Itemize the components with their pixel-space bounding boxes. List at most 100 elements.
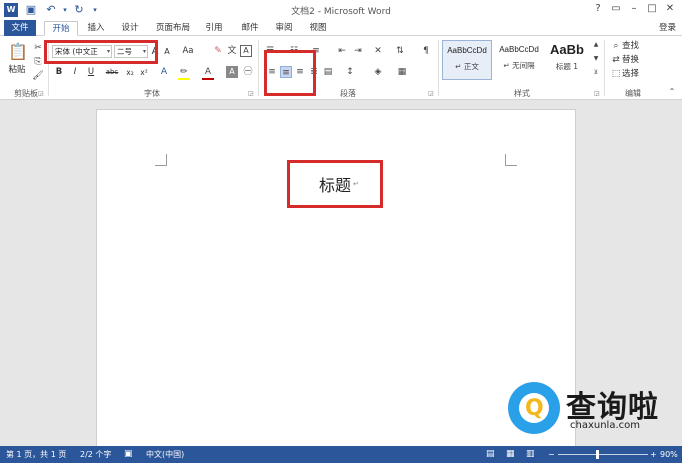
style-name: ↵ 正文 <box>455 62 479 71</box>
copy-icon[interactable]: ⎘ <box>32 56 44 68</box>
distributed-icon[interactable]: ▤ <box>322 66 334 78</box>
margin-corner-mark <box>155 154 167 166</box>
highlight-color-icon[interactable]: ✏ <box>178 66 190 78</box>
read-mode-icon[interactable]: ▤ <box>486 446 495 463</box>
document-page[interactable]: 标题 ↵ <box>96 109 576 454</box>
status-bar: 第 1 页，共 1 页 2/2 个字 ▣ 中文(中国) ▤ ▦ ▥ − + 90… <box>0 446 682 463</box>
character-shading-icon[interactable]: A <box>226 66 238 78</box>
tab-view[interactable]: 视图 <box>304 21 332 36</box>
zoom-out-button[interactable]: − <box>548 446 555 463</box>
clipboard-launcher-icon[interactable]: ◲ <box>38 90 46 98</box>
shrink-font-button[interactable]: A <box>162 45 172 58</box>
styles-group-label: 样式 <box>514 89 530 98</box>
minimize-button[interactable]: – <box>626 2 642 16</box>
ribbon: 📋 粘贴 ✂ ⎘ 🖌 剪贴板 ◲ 宋体 (中文正 ▾ 二号 ▾ A A Aa ✎… <box>0 36 682 100</box>
style-name: 标题 1 <box>555 62 579 71</box>
chinese-layout-icon[interactable]: ✕ <box>372 45 384 57</box>
style-sample: AaBbCcDd <box>499 45 539 54</box>
zoom-in-button[interactable]: + <box>650 446 657 463</box>
editing-group-label: 编辑 <box>625 89 641 98</box>
help-icon[interactable]: ? <box>590 2 606 16</box>
tab-insert[interactable]: 插入 <box>82 21 110 36</box>
proofing-icon[interactable]: ▣ <box>124 446 133 463</box>
font-color-swatch <box>202 78 214 80</box>
borders-icon[interactable]: ▦ <box>396 66 408 78</box>
enclose-characters-icon[interactable]: ㊀ <box>242 66 254 78</box>
font-launcher-icon[interactable]: ◲ <box>248 90 256 98</box>
title-bar: W ▣ ↶ ▾ ↻ ▾ 文档2 - Microsoft Word ? ▭ – □… <box>0 0 682 20</box>
ribbon-tabs: 文件 开始 插入 设计 页面布局 引用 邮件 审阅 视图 登录 <box>0 20 682 36</box>
zoom-level[interactable]: 90% <box>660 446 678 463</box>
tab-references[interactable]: 引用 <box>200 21 228 36</box>
highlight-color-swatch <box>178 78 190 80</box>
find-icon[interactable]: ⌕ <box>610 40 622 52</box>
watermark-logo-letter: Q <box>525 396 544 421</box>
shading-icon[interactable]: ◈ <box>372 66 384 78</box>
ribbon-display-icon[interactable]: ▭ <box>608 2 624 16</box>
character-border-icon[interactable]: A <box>240 45 252 57</box>
clear-formatting-icon[interactable]: ✎ <box>212 45 224 57</box>
web-layout-icon[interactable]: ▥ <box>526 446 535 463</box>
zoom-slider-thumb[interactable] <box>596 450 599 459</box>
line-spacing-icon[interactable]: ↕ <box>344 66 356 78</box>
styles-scroll-up-icon[interactable]: ▲ <box>590 40 602 50</box>
find-button[interactable]: 查找 <box>622 40 644 53</box>
style-sample: AaBbCcDd <box>447 46 487 55</box>
highlight-font-controls <box>44 40 158 64</box>
tab-home[interactable]: 开始 <box>44 21 78 36</box>
bold-button[interactable]: B <box>54 66 64 79</box>
window-title: 文档2 - Microsoft Word <box>291 7 391 17</box>
paste-button[interactable]: 粘贴 <box>4 64 30 77</box>
styles-scroll-down-icon[interactable]: ▼ <box>590 54 602 64</box>
style-normal[interactable]: AaBbCcDd ↵ 正文 <box>442 40 492 80</box>
replace-button[interactable]: 替换 <box>622 54 644 67</box>
strikethrough-button[interactable]: abc <box>104 66 120 79</box>
underline-button[interactable]: U <box>86 66 96 79</box>
sort-icon[interactable]: ⇅ <box>394 45 406 57</box>
style-name: ↵ 无间隔 <box>503 61 535 70</box>
margin-corner-mark <box>505 154 517 166</box>
highlight-heading <box>287 160 383 208</box>
style-heading-1[interactable]: AaBb 标题 1 <box>542 40 592 80</box>
maximize-button[interactable]: □ <box>644 2 660 16</box>
close-button[interactable]: ✕ <box>662 2 678 16</box>
tab-review[interactable]: 审阅 <box>270 21 298 36</box>
style-no-spacing[interactable]: AaBbCcDd ↵ 无间隔 <box>494 40 544 80</box>
styles-launcher-icon[interactable]: ◲ <box>594 90 602 98</box>
decrease-indent-icon[interactable]: ⇤ <box>336 45 348 57</box>
paste-icon[interactable]: 📋 <box>8 42 28 62</box>
styles-more-icon[interactable]: ⊻ <box>590 68 602 78</box>
highlight-align-center <box>264 50 316 96</box>
format-painter-icon[interactable]: 🖌 <box>32 70 44 82</box>
language-indicator[interactable]: 中文(中国) <box>146 446 184 463</box>
group-divider <box>438 40 439 96</box>
increase-indent-icon[interactable]: ⇥ <box>352 45 364 57</box>
show-marks-icon[interactable]: ¶ <box>420 45 432 57</box>
select-button[interactable]: 选择 <box>622 68 644 81</box>
zoom-slider-track[interactable] <box>558 454 648 455</box>
font-group-label: 字体 <box>144 89 160 98</box>
word-count[interactable]: 2/2 个字 <box>80 446 111 463</box>
tab-page-layout[interactable]: 页面布局 <box>152 21 194 36</box>
style-sample: AaBb <box>550 42 584 57</box>
paragraph-launcher-icon[interactable]: ◲ <box>428 90 436 98</box>
font-color-icon[interactable]: A <box>202 66 214 78</box>
sign-in-link[interactable]: 登录 <box>659 21 676 36</box>
page-count[interactable]: 第 1 页，共 1 页 <box>6 446 66 463</box>
group-divider <box>258 40 259 96</box>
change-case-button[interactable]: Aa <box>180 45 196 58</box>
subscript-button[interactable]: x₂ <box>124 66 136 79</box>
tab-design[interactable]: 设计 <box>116 21 144 36</box>
phonetic-guide-icon[interactable]: 文 <box>226 45 238 57</box>
text-effects-icon[interactable]: A <box>158 66 170 78</box>
superscript-button[interactable]: x² <box>138 66 150 79</box>
replace-icon[interactable]: ⇄ <box>610 54 622 66</box>
select-icon[interactable]: ⬚ <box>610 68 622 80</box>
watermark: Q 查询啦 chaxunla.com <box>508 380 678 442</box>
tab-file[interactable]: 文件 <box>4 20 36 36</box>
cut-icon[interactable]: ✂ <box>32 42 44 54</box>
print-layout-icon[interactable]: ▦ <box>506 446 515 463</box>
italic-button[interactable]: I <box>70 66 80 79</box>
tab-mailings[interactable]: 邮件 <box>236 21 264 36</box>
collapse-ribbon-icon[interactable]: ⌃ <box>666 86 678 98</box>
